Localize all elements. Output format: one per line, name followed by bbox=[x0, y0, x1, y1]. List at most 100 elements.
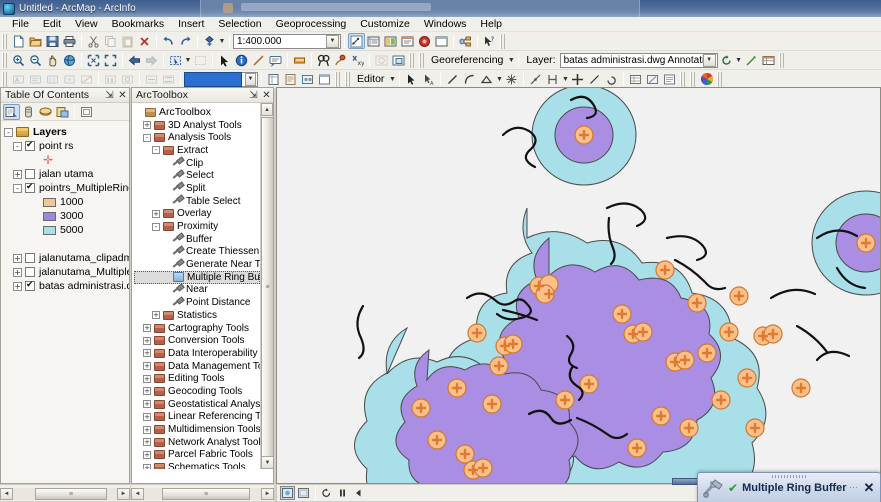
editor-toolbar-button[interactable] bbox=[348, 33, 365, 49]
toolbar-grip[interactable] bbox=[717, 72, 723, 87]
expand-icon[interactable]: + bbox=[143, 362, 151, 370]
menu-customize[interactable]: Customize bbox=[353, 17, 417, 32]
trace-dropdown-icon[interactable]: ▼ bbox=[495, 71, 503, 87]
fixed-zoom-in-tool[interactable] bbox=[85, 52, 102, 68]
toc-node-jalanutama-multiplering[interactable]: +jalanutama_MultipleR bbox=[4, 265, 129, 279]
print-button[interactable] bbox=[61, 33, 78, 49]
list-by-selection-button[interactable] bbox=[54, 104, 71, 120]
copy-button[interactable] bbox=[102, 33, 119, 49]
edit-tool[interactable] bbox=[403, 71, 420, 87]
menu-edit[interactable]: Edit bbox=[36, 17, 68, 32]
expand-icon[interactable]: + bbox=[143, 121, 151, 129]
convert-labels-button[interactable] bbox=[143, 71, 160, 87]
arctoolbox-node-editing-tools[interactable]: +Editing Tools bbox=[134, 372, 260, 385]
arctoolbox-node-buffer[interactable]: Buffer bbox=[134, 233, 260, 246]
html-popup-tool[interactable] bbox=[267, 52, 284, 68]
arctoolbox-node-conversion-tools[interactable]: +Conversion Tools bbox=[134, 334, 260, 347]
refresh-view-button[interactable] bbox=[319, 486, 334, 500]
toc-node-class-3000[interactable]: 3000 bbox=[4, 209, 129, 223]
arctoolbox-node-create-thiessen-polygons[interactable]: Create Thiessen Polyg bbox=[134, 246, 260, 259]
new-document-button[interactable] bbox=[10, 33, 27, 49]
expand-icon[interactable]: + bbox=[13, 268, 22, 277]
time-slider-button[interactable] bbox=[373, 52, 390, 68]
toc-node-jalanutama-clipadm[interactable]: +jalanutama_clipadm bbox=[4, 251, 129, 265]
legend-swatch-5000[interactable] bbox=[43, 226, 56, 235]
map-scale-combo[interactable]: 1:400.000 ▼ bbox=[233, 34, 341, 49]
arctoolbox-vertical-scrollbar[interactable]: ▲ ≡ ▼ bbox=[260, 103, 273, 469]
arctoolbox-node-data-management-tools[interactable]: +Data Management Tools bbox=[134, 360, 260, 373]
atb-scroll-left-arrow[interactable]: ◄ bbox=[131, 488, 144, 500]
arctoolbox-node-multiple-ring-buffer[interactable]: Multiple Ring Buffer bbox=[134, 271, 260, 284]
trace-tool[interactable] bbox=[478, 71, 495, 87]
map-scale-dropdown-icon[interactable]: ▼ bbox=[326, 35, 339, 48]
legend-swatch-1000[interactable] bbox=[43, 198, 56, 207]
background-window[interactable] bbox=[200, 0, 640, 17]
map-data-frame[interactable] bbox=[276, 87, 881, 484]
add-data-button[interactable] bbox=[201, 33, 218, 49]
editor-dropdown-icon[interactable]: ▼ bbox=[388, 71, 396, 87]
arctoolbox-node-network-analyst-tools[interactable]: +Network Analyst Tools bbox=[134, 436, 260, 449]
menu-view[interactable]: View bbox=[68, 17, 105, 32]
table-of-contents-button[interactable] bbox=[365, 33, 382, 49]
scroll-up-arrow[interactable]: ▲ bbox=[261, 103, 273, 116]
expand-icon[interactable]: + bbox=[152, 311, 160, 319]
toc-scroll-right-arrow[interactable]: ► bbox=[117, 488, 130, 500]
toc-node-point-rs[interactable]: -point rs bbox=[4, 139, 129, 153]
toc-hsb-track[interactable]: ≡ bbox=[13, 488, 117, 500]
toolbar-grip[interactable] bbox=[779, 53, 785, 68]
arctoolbox-node-table-select[interactable]: Table Select bbox=[134, 195, 260, 208]
geoprocessing-notification-popup[interactable]: ✔ Multiple Ring Buffer ⋯ ✕ bbox=[697, 472, 881, 502]
create-features-button[interactable] bbox=[299, 71, 316, 87]
georeferencing-dropdown-icon[interactable]: ▼ bbox=[507, 52, 515, 68]
menu-selection[interactable]: Selection bbox=[211, 17, 268, 32]
toolbar-grip[interactable] bbox=[2, 72, 8, 87]
collapse-icon[interactable]: - bbox=[143, 134, 151, 142]
arctoolbox-close-icon[interactable]: ✕ bbox=[260, 90, 273, 101]
label-manager-button[interactable]: A bbox=[10, 71, 27, 87]
list-by-visibility-button[interactable] bbox=[37, 104, 54, 120]
toolbar-grip[interactable] bbox=[500, 34, 506, 49]
go-forward-extent-button[interactable] bbox=[143, 52, 160, 68]
expand-icon[interactable]: + bbox=[143, 426, 151, 434]
add-control-points-tool[interactable] bbox=[743, 52, 760, 68]
collapse-icon[interactable]: - bbox=[152, 146, 160, 154]
menu-insert[interactable]: Insert bbox=[171, 17, 211, 32]
menu-windows[interactable]: Windows bbox=[417, 17, 474, 32]
rotate-tool[interactable] bbox=[603, 71, 620, 87]
label-style-dropdown[interactable]: ▼ bbox=[242, 72, 258, 87]
redo-button[interactable] bbox=[177, 33, 194, 49]
expand-icon[interactable]: + bbox=[143, 400, 151, 408]
toc-node-class-1000[interactable]: 1000 bbox=[4, 195, 129, 209]
toc-horizontal-scrollbar[interactable]: ◄ ≡ ► bbox=[0, 484, 130, 501]
edit-annotation-tool[interactable]: A bbox=[420, 71, 437, 87]
toolbar-grip[interactable] bbox=[680, 72, 686, 87]
arctoolbox-node-geocoding-tools[interactable]: +Geocoding Tools bbox=[134, 385, 260, 398]
attribute-table-button[interactable] bbox=[627, 71, 644, 87]
arctoolbox-node-near[interactable]: Near bbox=[134, 284, 260, 297]
collapse-icon[interactable]: - bbox=[13, 184, 22, 193]
create-features-win-button[interactable] bbox=[661, 71, 678, 87]
arctoolbox-node-split[interactable]: Split bbox=[134, 182, 260, 195]
label-style-combo[interactable] bbox=[184, 72, 242, 87]
distance-dropdown-icon[interactable]: ▼ bbox=[561, 71, 569, 87]
sketch-properties-button[interactable] bbox=[282, 71, 299, 87]
symbology-toolbar-grip[interactable] bbox=[690, 72, 696, 87]
toc-tree[interactable]: -Layers-point rs✛+jalan utama-pointrs_Mu… bbox=[1, 121, 129, 483]
atb-hsb-thumb[interactable]: ≡ bbox=[162, 488, 250, 500]
atb-hsb-inner[interactable]: ◄ ≡ ► bbox=[131, 487, 274, 501]
expand-icon[interactable]: + bbox=[143, 375, 151, 383]
toolbar-grip[interactable] bbox=[2, 34, 8, 49]
split-tool[interactable] bbox=[586, 71, 603, 87]
search-button[interactable] bbox=[399, 33, 416, 49]
arctoolbox-tree[interactable]: ArcToolbox+3D Analyst Tools-Analysis Too… bbox=[132, 103, 260, 469]
layer-visibility-checkbox[interactable] bbox=[25, 267, 35, 277]
collapse-icon[interactable]: - bbox=[152, 223, 160, 231]
expand-icon[interactable]: + bbox=[143, 337, 151, 345]
atb-hsb-track[interactable]: ≡ bbox=[144, 488, 261, 500]
menu-help[interactable]: Help bbox=[473, 17, 509, 32]
legend-swatch-3000[interactable] bbox=[43, 212, 56, 221]
toc-node-point-rs-symbol[interactable]: ✛ bbox=[4, 153, 129, 167]
arctoolbox-node-parcel-fabric-tools[interactable]: +Parcel Fabric Tools bbox=[134, 449, 260, 462]
fixed-zoom-out-tool[interactable] bbox=[102, 52, 119, 68]
layer-visibility-checkbox[interactable] bbox=[25, 141, 35, 151]
